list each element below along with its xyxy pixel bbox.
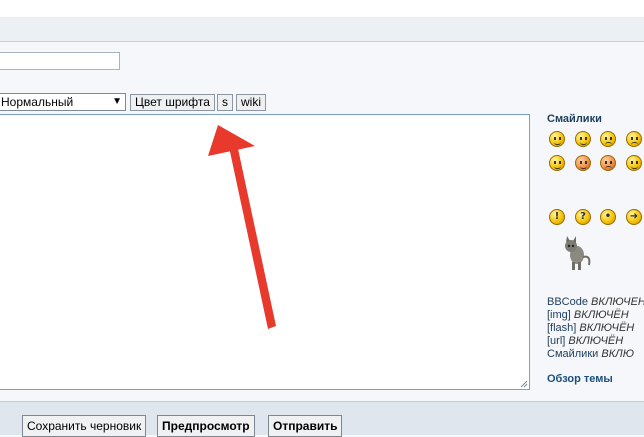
tongue-icon[interactable]	[575, 155, 591, 171]
header-band	[0, 17, 644, 42]
angry-icon[interactable]	[600, 155, 616, 171]
font-color-button[interactable]: Цвет шрифта	[130, 94, 215, 111]
top-bar	[0, 0, 644, 17]
smile-icon[interactable]	[549, 131, 565, 147]
sidebar: Смайлики ! ? • ➜ BBCode ВКЛЮЧЕН [img] ВК…	[547, 113, 644, 385]
img-link[interactable]: [img]	[547, 309, 571, 321]
exclamation-icon[interactable]: !	[549, 209, 565, 225]
idea-icon[interactable]: •	[600, 209, 616, 225]
flash-link[interactable]: [flash]	[547, 322, 576, 334]
surprised-icon[interactable]	[626, 131, 642, 147]
smilies-title: Смайлики	[547, 113, 602, 125]
bbcode-state: ВКЛЮЧЕН	[591, 296, 644, 308]
url-link[interactable]: [url]	[547, 335, 565, 347]
grin-icon[interactable]	[575, 131, 591, 147]
cat-icon[interactable]	[559, 235, 593, 271]
sad-icon[interactable]	[600, 131, 616, 147]
url-state: ВКЛЮЧЁН	[568, 335, 624, 347]
wiki-button[interactable]: wiki	[236, 94, 266, 111]
font-size-select[interactable]: Нормальный ▼	[0, 93, 126, 111]
img-state: ВКЛЮЧЁН	[573, 309, 629, 321]
subject-input[interactable]	[0, 52, 120, 70]
topic-review-link[interactable]: Обзор темы	[547, 373, 613, 385]
form-actions: Сохранить черновик Предпросмотр Отправит…	[0, 401, 644, 437]
flash-state: ВКЛЮЧЁН	[579, 322, 635, 334]
wink-icon[interactable]	[549, 155, 565, 171]
question-icon[interactable]: ?	[575, 209, 591, 225]
smilies-link[interactable]: Смайлики	[547, 348, 598, 360]
bbcode-link[interactable]: BBCode	[547, 296, 588, 308]
chevron-down-icon: ▼	[112, 96, 122, 107]
arrow-icon[interactable]: ➜	[626, 209, 642, 225]
resize-handle-icon[interactable]	[520, 380, 528, 388]
font-size-value: Нормальный	[1, 95, 74, 109]
smilies-state: ВКЛЮ	[601, 348, 634, 360]
strike-button[interactable]: s	[217, 94, 233, 111]
cool-icon[interactable]	[626, 155, 642, 171]
message-textarea[interactable]	[0, 114, 530, 390]
post-options-status: BBCode ВКЛЮЧЕН [img] ВКЛЮЧЁН [flash] ВКЛ…	[547, 296, 644, 361]
